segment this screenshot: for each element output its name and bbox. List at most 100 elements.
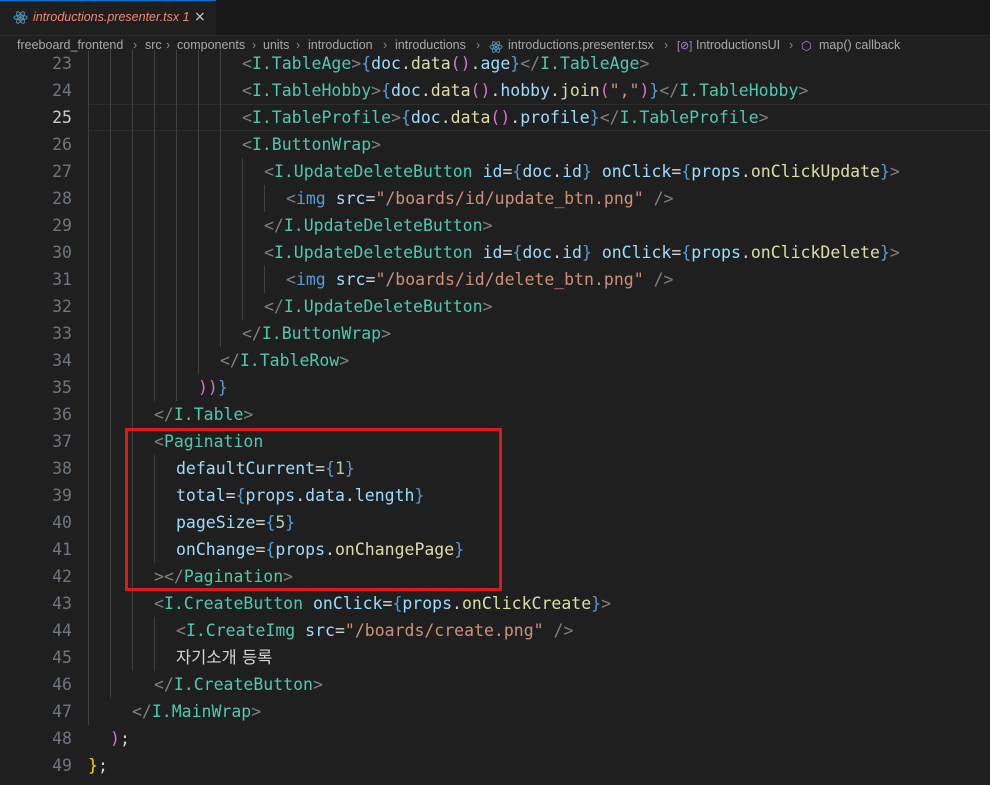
code-token: } <box>581 243 592 262</box>
code-token: onClick <box>601 162 672 181</box>
code-token: I.MainWrap <box>151 702 252 721</box>
code-token: I.TableAge <box>540 54 640 73</box>
line-number: 49 <box>52 756 72 775</box>
code-token: </ <box>132 702 152 721</box>
problem-count: 1 <box>182 10 190 24</box>
code-line: <I.TableAge>{doc.data().age}</I.TableAge… <box>242 50 649 77</box>
code-token: > <box>889 243 900 262</box>
code-token: "/boards/create.png" <box>344 621 544 640</box>
code-token: /> <box>653 189 674 208</box>
line-number: 24 <box>52 81 72 100</box>
code-token: )) <box>198 378 218 397</box>
code-token: </ <box>154 405 174 424</box>
code-token: < <box>242 135 252 154</box>
code-line: </I.TableRow> <box>220 347 349 374</box>
line-number: 43 <box>52 594 72 613</box>
code-token: I.CreateButton <box>163 594 304 613</box>
code-token: doc <box>522 243 553 262</box>
code-token: > <box>339 351 350 370</box>
code-token: "," <box>609 81 640 100</box>
line-number: 28 <box>52 189 72 208</box>
code-token: > <box>889 162 900 181</box>
editor-tab-bar: introductions.presenter.tsx 1 × <box>0 0 990 36</box>
code-token: > <box>391 108 401 127</box>
code-line: </I.UpdateDeleteButton> <box>264 212 493 239</box>
code-token: > <box>251 702 262 721</box>
line-number: 44 <box>52 621 72 640</box>
pagination-highlight-box <box>125 428 502 591</box>
code-token: I.TableProfile <box>619 108 759 127</box>
code-token: /> <box>553 621 574 640</box>
line-number: 30 <box>52 243 72 262</box>
code-token: data <box>430 81 471 100</box>
code-line: <I.ButtonWrap> <box>242 131 381 158</box>
close-icon[interactable]: × <box>194 9 206 25</box>
code-token: { <box>381 81 392 100</box>
indent-guide <box>154 50 155 401</box>
indent-guide <box>264 266 265 293</box>
code-token: < <box>264 162 274 181</box>
code-token: I.TableHobby <box>679 81 799 100</box>
code-editor[interactable]: 23 24 25 26 27 28 29 30 31 32 33 34 35 36 37 38 39 40 41 42… <box>0 50 990 785</box>
code-token: /> <box>653 270 674 289</box>
code-token: I.UpdateDeleteButton <box>283 297 483 316</box>
code-token: > <box>351 54 362 73</box>
code-line: </I.Table> <box>154 401 253 428</box>
code-token: age <box>480 54 511 73</box>
indent-guide <box>198 50 199 374</box>
code-token: src <box>305 621 335 640</box>
code-token: I.CreateImg <box>185 621 296 640</box>
code-token: } <box>510 54 521 73</box>
code-token: I.TableRow <box>239 351 340 370</box>
code-token: { <box>512 162 523 181</box>
code-token: = <box>502 243 513 262</box>
code-token: } <box>879 243 890 262</box>
line-number: 40 <box>52 513 72 532</box>
line-number: 34 <box>52 351 72 370</box>
code-token: I.UpdateDeleteButton <box>273 243 473 262</box>
code-token: = <box>671 243 682 262</box>
code-line: </I.MainWrap> <box>132 698 261 725</box>
code-line: <I.TableProfile>{doc.data().profile}</I.… <box>242 104 769 131</box>
code-token: I.ButtonWrap <box>251 135 372 154</box>
code-token: } <box>591 594 602 613</box>
code-token: img <box>295 270 326 289</box>
code-token: . <box>452 594 462 613</box>
line-number: 38 <box>52 459 72 478</box>
code-token: props <box>691 243 741 262</box>
code-token: src <box>335 270 366 289</box>
code-line: 자기소개 등록 <box>176 644 272 671</box>
code-token: I.UpdateDeleteButton <box>283 216 483 235</box>
line-number: 42 <box>52 567 72 586</box>
indent-guide <box>110 50 111 698</box>
line-number: 25 <box>52 108 72 127</box>
code-line: ))} <box>198 374 228 401</box>
code-line: <I.UpdateDeleteButton id={doc.id} onClic… <box>264 158 900 185</box>
code-token: < <box>286 189 296 208</box>
tab-filename: introductions.presenter.tsx 1 <box>33 10 190 24</box>
code-token: . <box>420 81 431 100</box>
line-number: 37 <box>52 432 72 451</box>
code-token: src <box>335 189 366 208</box>
code-token: < <box>264 243 274 262</box>
code-token: onClickUpdate <box>750 162 880 181</box>
code-token: . <box>400 54 411 73</box>
code-token: id <box>562 162 582 181</box>
code-token: { <box>361 54 372 73</box>
code-token: join <box>559 81 600 100</box>
code-token: ( <box>599 81 610 100</box>
code-token: < <box>242 108 252 127</box>
tab-introductions-presenter[interactable]: introductions.presenter.tsx 1 × <box>0 0 216 35</box>
code-token: = <box>382 594 393 613</box>
code-token: = <box>365 189 376 208</box>
line-number: 29 <box>52 216 72 235</box>
code-token: ; <box>97 756 108 775</box>
